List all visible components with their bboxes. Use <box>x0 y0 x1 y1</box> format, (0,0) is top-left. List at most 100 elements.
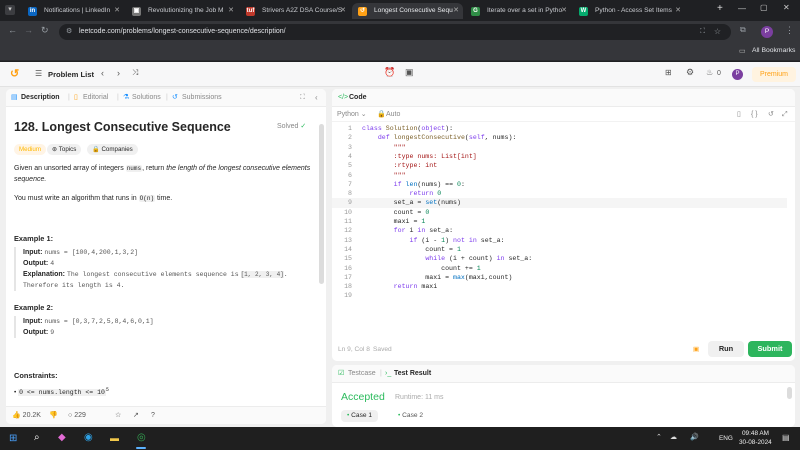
browser-tab[interactable]: W Python - Access Set Items ✕ <box>573 3 685 19</box>
maximize-button[interactable]: ▢ <box>760 3 768 12</box>
dislike-icon[interactable]: 👎 <box>49 407 58 424</box>
browser-tab[interactable]: in Notifications | LinkedIn ✕ <box>22 3 124 19</box>
problem-list-icon[interactable]: ☰ <box>35 69 42 78</box>
user-avatar[interactable]: P <box>732 69 743 80</box>
code-line[interactable]: 10 count = 0 <box>332 208 787 217</box>
prev-problem-icon[interactable]: ‹ <box>101 68 104 78</box>
chrome-menu-icon[interactable]: ⋮ <box>785 25 794 36</box>
close-tab-icon[interactable]: ✕ <box>453 3 459 19</box>
close-window-button[interactable]: ✕ <box>783 3 790 12</box>
notes-toggle-icon[interactable]: ▣ <box>693 338 699 361</box>
description-scrollbar[interactable] <box>319 124 324 284</box>
tab-description[interactable]: Description <box>21 89 60 107</box>
browser-tab[interactable]: tuf Strivers A2Z DSA Course/S ✕ <box>240 3 350 19</box>
all-bookmarks-link[interactable]: All Bookmarks <box>752 47 795 54</box>
code-line[interactable]: 5 :rtype: int <box>332 161 787 170</box>
code-line[interactable]: 14 count = 1 <box>332 245 787 254</box>
close-tab-icon[interactable]: ✕ <box>561 3 567 19</box>
code-line[interactable]: 8 return 0 <box>332 189 787 198</box>
reset-icon[interactable]: ↺ <box>768 107 774 122</box>
result-scrollbar[interactable] <box>787 387 792 399</box>
premium-button[interactable]: Premium <box>752 67 796 82</box>
help-icon[interactable]: ? <box>151 407 155 424</box>
streak-fire-icon[interactable]: ♨ <box>706 68 713 77</box>
code-line[interactable]: 16 count += 1 <box>332 264 787 273</box>
like-button[interactable]: 👍 20.2K <box>12 407 41 424</box>
bookmark-icon[interactable]: ▯ <box>737 107 741 122</box>
copilot-icon[interactable]: ◆ <box>58 432 66 443</box>
expand-icon[interactable]: ⤢ <box>782 107 788 122</box>
maximize-panel-icon[interactable]: ⛶ <box>300 89 305 107</box>
cloud-icon[interactable]: ☁ <box>670 433 677 441</box>
code-line[interactable]: 13 if (i - 1) not in set_a: <box>332 236 787 245</box>
code-editor[interactable]: 1 class Solution(object): 2 def longestCon… <box>332 124 795 344</box>
code-line[interactable]: 15 while (i + count) in set_a: <box>332 254 787 263</box>
code-line[interactable]: 1 class Solution(object): <box>332 124 787 133</box>
tab-test-result[interactable]: Test Result <box>394 365 431 383</box>
close-tab-icon[interactable]: ✕ <box>228 3 234 19</box>
companies-button[interactable]: 🔒 Companies <box>87 144 138 155</box>
clock-date[interactable]: 30-08-2024 <box>739 439 772 446</box>
tab-editorial[interactable]: Editorial <box>83 89 108 107</box>
code-line[interactable]: 3 """ <box>332 143 787 152</box>
chrome-icon[interactable]: ◎ <box>137 432 146 443</box>
back-icon[interactable]: ← <box>8 25 17 35</box>
notes-icon[interactable]: ▣ <box>405 67 414 78</box>
close-tab-icon[interactable]: ✕ <box>114 3 120 19</box>
submit-button[interactable]: Submit <box>748 341 792 357</box>
browser-tab[interactable]: ↺ Longest Consecutive Sequ ✕ <box>352 3 463 19</box>
leetcode-logo-icon[interactable]: ↺ <box>10 67 19 80</box>
debug-icon[interactable]: ⏰ <box>384 67 395 78</box>
case-2-tab[interactable]: • Case 2 <box>392 410 429 422</box>
favorite-star-icon[interactable]: ☆ <box>115 407 121 424</box>
code-line[interactable]: 9 set_a = set(nums) <box>332 198 787 208</box>
settings-icon[interactable]: ⚙ <box>686 67 694 78</box>
windows-start-icon[interactable]: ⊞ <box>9 433 17 444</box>
reload-icon[interactable]: ↻ <box>41 25 49 36</box>
comments-button[interactable]: ○ 229 <box>68 407 86 424</box>
code-line[interactable]: 11 maxi = 1 <box>332 217 787 226</box>
tab-testcase[interactable]: Testcase <box>348 365 376 383</box>
code-line[interactable]: 18 return maxi <box>332 282 787 291</box>
extensions-icon[interactable]: ⧉ <box>740 25 746 35</box>
layout-icon[interactable]: ⊞ <box>665 68 672 77</box>
collapse-panel-icon[interactable]: ‹ <box>315 89 318 107</box>
tab-solutions[interactable]: Solutions <box>132 89 161 107</box>
language-select[interactable]: Python ⌄ <box>337 107 367 122</box>
close-tab-icon[interactable]: ✕ <box>675 3 681 19</box>
case-1-tab[interactable]: • Case 1 <box>341 410 379 422</box>
forward-icon[interactable]: → <box>24 25 33 35</box>
code-line[interactable]: 6 """ <box>332 171 787 180</box>
profile-avatar[interactable]: P <box>761 26 773 38</box>
browser-tab[interactable]: ▣ Revolutionizing the Job M ✕ <box>126 3 238 19</box>
clock-time[interactable]: 09:48 AM <box>742 430 769 437</box>
site-info-icon[interactable]: ⚙ <box>66 24 72 40</box>
code-line[interactable]: 7 if len(nums) == 0: <box>332 180 787 189</box>
edge-icon[interactable]: ◉ <box>84 432 93 443</box>
code-line[interactable]: 12 for i in set_a: <box>332 226 787 235</box>
notification-icon[interactable]: ▤ <box>782 433 790 442</box>
share-icon[interactable]: ↗ <box>133 407 139 424</box>
minimize-button[interactable]: — <box>738 4 746 13</box>
bookmark-star-icon[interactable]: ☆ <box>714 24 721 40</box>
code-line[interactable]: 19 <box>332 291 787 300</box>
code-line[interactable]: 4 :type nums: List[int] <box>332 152 787 161</box>
auto-mode[interactable]: Auto <box>386 107 400 122</box>
topics-button[interactable]: ⊛ Topics <box>47 144 82 155</box>
search-icon[interactable]: ⌕ <box>34 432 40 443</box>
code-line[interactable]: 17 maxi = max(maxi,count) <box>332 273 787 282</box>
file-explorer-icon[interactable]: ▬ <box>110 433 119 443</box>
url-field[interactable]: ⚙ leetcode.com/problems/longest-consecut… <box>59 24 731 40</box>
next-problem-icon[interactable]: › <box>117 68 120 78</box>
speaker-icon[interactable]: 🔊 <box>690 433 699 441</box>
new-tab-button[interactable]: + <box>717 3 723 14</box>
problem-list-link[interactable]: Problem List <box>48 70 94 79</box>
chevron-up-icon[interactable]: ⌃ <box>656 433 662 441</box>
code-line[interactable]: 2 def longestConsecutive(self, nums): <box>332 133 787 142</box>
tab-search-icon[interactable]: ▾ <box>5 5 15 15</box>
run-button[interactable]: Run <box>708 341 744 357</box>
tab-submissions[interactable]: Submissions <box>182 89 222 107</box>
language-indicator[interactable]: ENG <box>719 435 733 442</box>
format-braces-icon[interactable]: { } <box>751 107 758 122</box>
translate-icon[interactable]: ⛶ <box>700 24 705 40</box>
